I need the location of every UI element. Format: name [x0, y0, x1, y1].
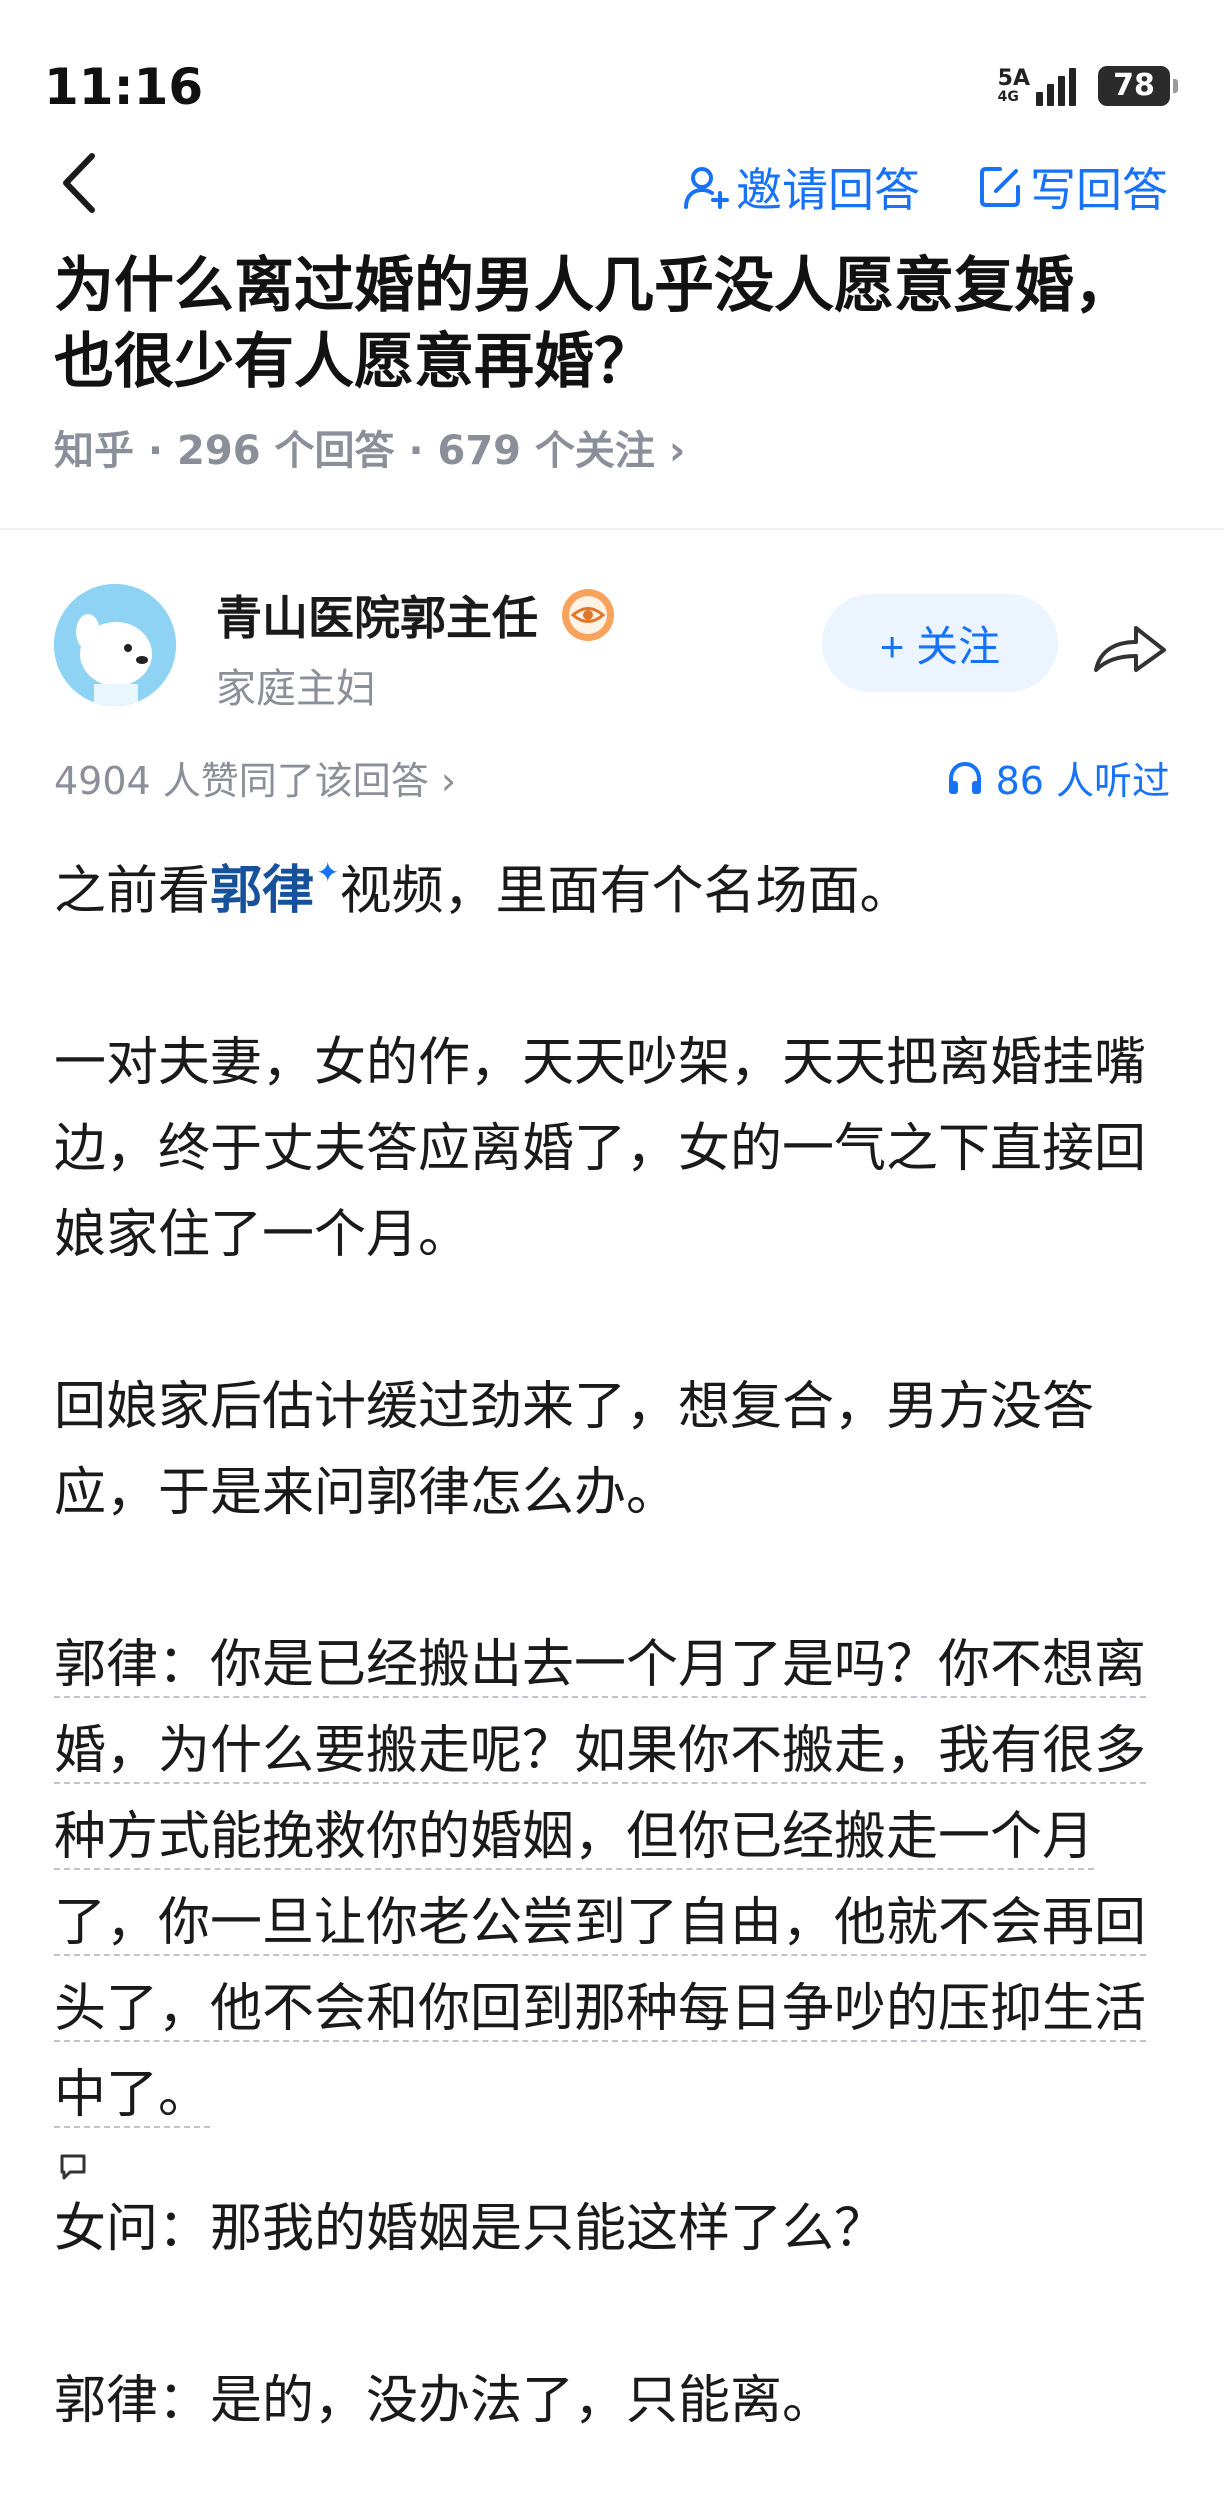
- author-description: 家庭主妇: [216, 666, 376, 712]
- author-name[interactable]: 青山医院郭主任: [216, 582, 616, 648]
- avatar[interactable]: [54, 584, 176, 706]
- author-name-text: 青山医院郭主任: [216, 591, 538, 645]
- status-indicators: 5A 4G 78: [998, 66, 1178, 106]
- author-row: 青山医院郭主任 家庭主妇 + 关注: [0, 560, 1224, 720]
- likes-count[interactable]: 4904 人赞同了该回答 ›: [54, 750, 456, 805]
- question-title[interactable]: 为什么离过婚的男人几乎没人愿意复婚，也很少有人愿意再婚？: [54, 248, 1174, 400]
- avatar-image: [54, 584, 176, 706]
- back-button[interactable]: [52, 148, 112, 218]
- keyword-link[interactable]: 郭律✦: [210, 856, 339, 922]
- answer-paragraph-6: 郭律：是的，没办法了，只能离。: [54, 2371, 835, 2432]
- answer-paragraph-5: 女问：那我的婚姻是只能这样了么？: [54, 2199, 887, 2260]
- battery-level: 78: [1098, 66, 1170, 106]
- keyword-link-text: 郭律: [210, 861, 315, 922]
- answer-body: 之前看郭律✦视频，里面有个名场面。 一对夫妻，女的作，天天吵架，天天把离婚挂嘴边…: [54, 838, 1174, 2444]
- edit-icon: [980, 167, 1020, 207]
- p1-after: 视频，里面有个名场面。: [339, 861, 912, 922]
- answer-paragraph-4[interactable]: 郭律：你是已经搬出去一个月了是吗？你不想离婚，为什么要搬走呢？如果你不搬走，我有…: [54, 1622, 1174, 2138]
- signal-icon: [1036, 66, 1080, 106]
- write-answer-button[interactable]: 写回答: [976, 154, 1168, 220]
- divider: [0, 528, 1224, 530]
- sparkle-icon: ✦: [316, 856, 340, 889]
- status-time: 11:16: [44, 58, 204, 116]
- write-answer-label: 写回答: [1030, 163, 1168, 217]
- answer-paragraph-2: 一对夫妻，女的作，天天吵架，天天把离婚挂嘴边，终于丈夫答应离婚了，女的一气之下直…: [54, 1033, 1147, 1266]
- network-label: 5A 4G: [997, 66, 1030, 105]
- person-plus-icon: [684, 167, 729, 209]
- answer-paragraph-1: 之前看郭律✦视频，里面有个名场面。: [54, 838, 1174, 934]
- listen-count: 86 人听过: [995, 759, 1170, 803]
- battery-icon: 78: [1098, 66, 1178, 106]
- p1-before: 之前看: [54, 861, 211, 922]
- follow-button[interactable]: + 关注: [822, 594, 1058, 692]
- eye-badge-icon: [562, 589, 614, 641]
- share-arrow-icon: [1094, 626, 1166, 672]
- status-bar: 11:16 5A 4G 78: [0, 0, 1224, 140]
- invite-answer-label: 邀请回答: [736, 163, 920, 217]
- question-meta[interactable]: 知乎 · 296 个回答 · 679 个关注 ›: [54, 418, 685, 476]
- share-button[interactable]: [1090, 618, 1170, 678]
- network-type: 5A: [997, 66, 1030, 91]
- top-nav-bar: 邀请回答 写回答: [0, 140, 1224, 230]
- chevron-left-icon: [63, 153, 95, 213]
- nav-actions: 邀请回答 写回答: [626, 154, 1168, 220]
- listen-button[interactable]: 86 人听过: [946, 750, 1170, 805]
- answer-stats-row: 4904 人赞同了该回答 › 86 人听过: [0, 750, 1224, 810]
- network-gen: 4G: [997, 89, 1019, 105]
- invite-answer-button[interactable]: 邀请回答: [682, 154, 920, 220]
- headphones-icon: [948, 761, 981, 794]
- comment-bubble-icon[interactable]: [58, 2152, 88, 2182]
- answer-paragraph-3: 回娘家后估计缓过劲来了，想复合，男方没答应，于是来问郭律怎么办。: [54, 1377, 1095, 1524]
